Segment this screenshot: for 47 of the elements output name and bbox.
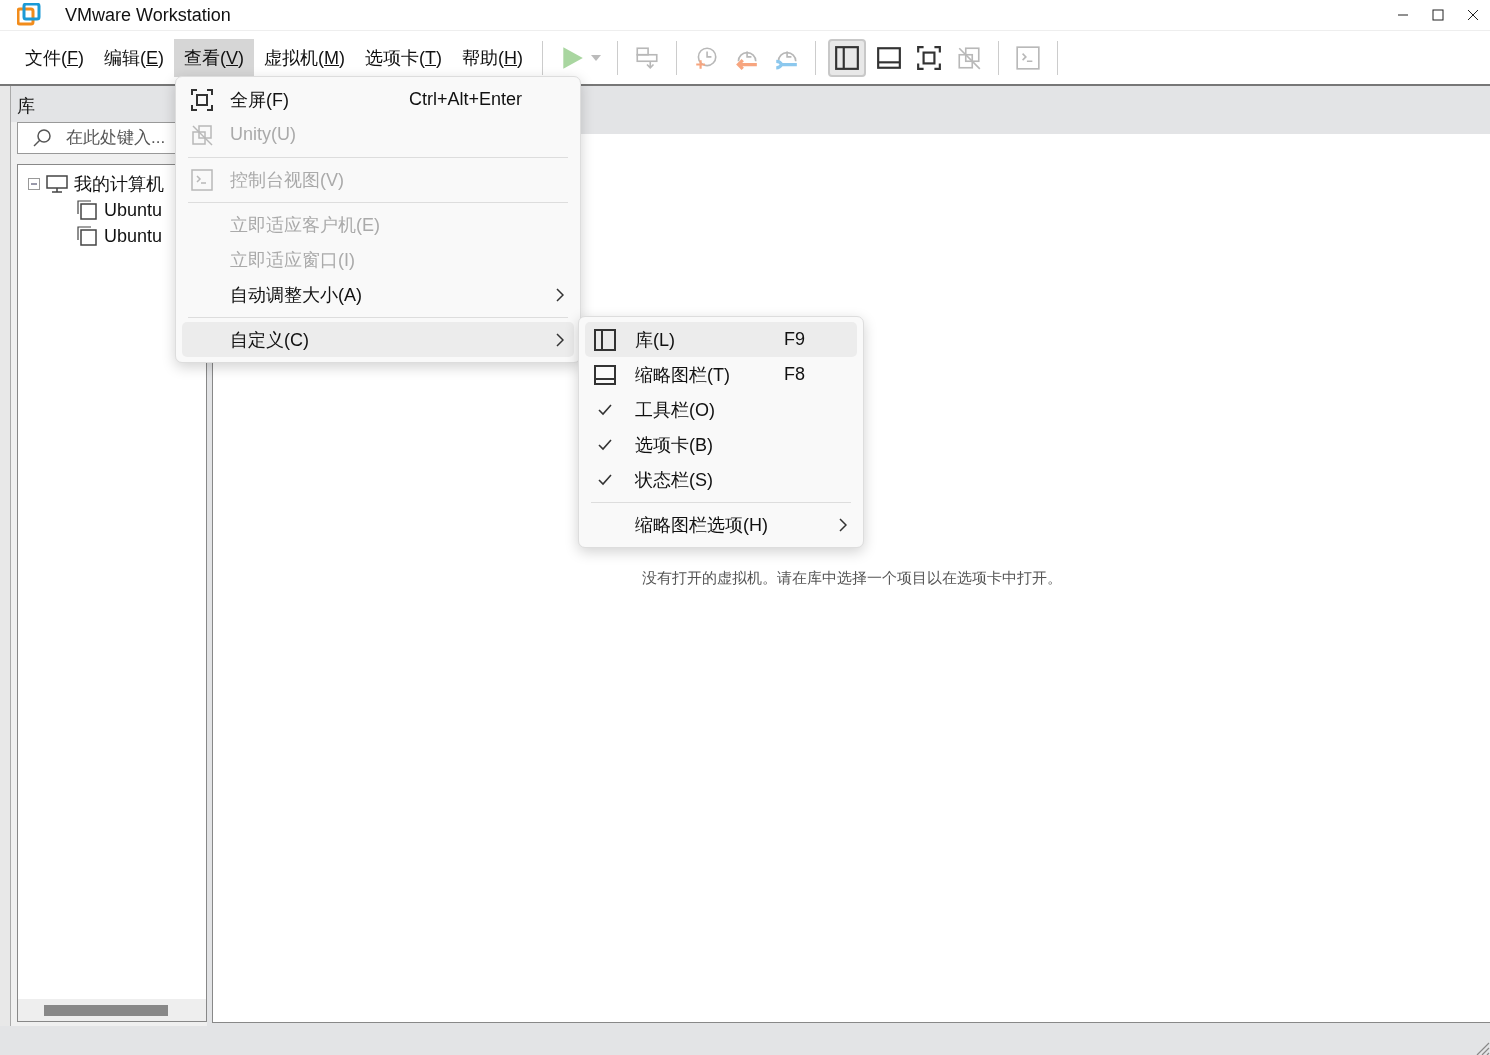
terminal-icon [190,167,214,192]
menu-item[interactable]: 缩略图栏选项(H) [585,507,857,542]
bottom-panel-layout-icon [876,44,903,71]
close-icon [1466,9,1479,21]
menu-bar-item[interactable]: 编辑(E) [94,38,174,77]
check-icon [597,472,613,487]
menu-item[interactable]: 自定义(C) [182,322,574,357]
menu-bar-item[interactable]: 文件(F) [15,38,94,77]
menu-item[interactable]: 工具栏(O) [585,392,857,427]
crossed-windows-icon [190,122,214,147]
bottom-panel-layout-icon [593,362,617,387]
menu-bar-item[interactable]: 虚拟机(M) [254,38,356,77]
windows-stack-icon [76,200,98,220]
empty-message: 没有打开的虚拟机。请在库中选择一个项目以在选项卡中打开。 [641,568,1062,588]
sidebar-layout-icon [593,327,617,352]
fullscreen-icon [190,87,214,112]
windows-stack-icon [76,226,98,246]
chevron-right-icon [556,332,564,347]
app-logo-icon [17,3,41,27]
caret-icon [591,53,602,62]
menu-item[interactable]: 库(L) F9 [585,322,857,357]
menu-bar-item[interactable]: 查看(V) [174,38,255,77]
sidebar-layout-icon [834,44,861,71]
tree-item[interactable]: Ubuntu [104,199,163,221]
sidebar-layout-button[interactable] [828,38,867,77]
collapse-icon[interactable] [28,178,40,190]
scrollbar-thumb[interactable] [44,1004,168,1016]
menu-item[interactable]: 缩略图栏(T) F8 [585,357,857,392]
fullscreen-icon [916,44,943,71]
maximize-icon [1431,9,1444,21]
check-icon [597,402,613,417]
menu-item[interactable]: 选项卡(B) [585,427,857,462]
menu-item[interactable]: 自动调整大小(A) [182,277,574,312]
search-icon [32,128,52,148]
menu-bar-item[interactable]: 选项卡(T) [355,38,453,77]
window-title: VMware Workstation [65,4,232,26]
chevron-right-icon [839,517,847,532]
monitor-icon [46,174,68,194]
menu-item[interactable]: 状态栏(S) [585,462,857,497]
check-icon [597,437,613,452]
chevron-right-icon [556,287,564,302]
crossed-windows-icon [956,44,983,71]
menu-bar-item[interactable]: 帮助(H) [452,38,534,77]
tree-item[interactable]: Ubuntu [104,225,163,247]
tree-item[interactable]: 我的计算机 [74,172,164,196]
terminal-icon [1015,44,1042,71]
stacked-boxes-arrow-icon [634,44,661,71]
